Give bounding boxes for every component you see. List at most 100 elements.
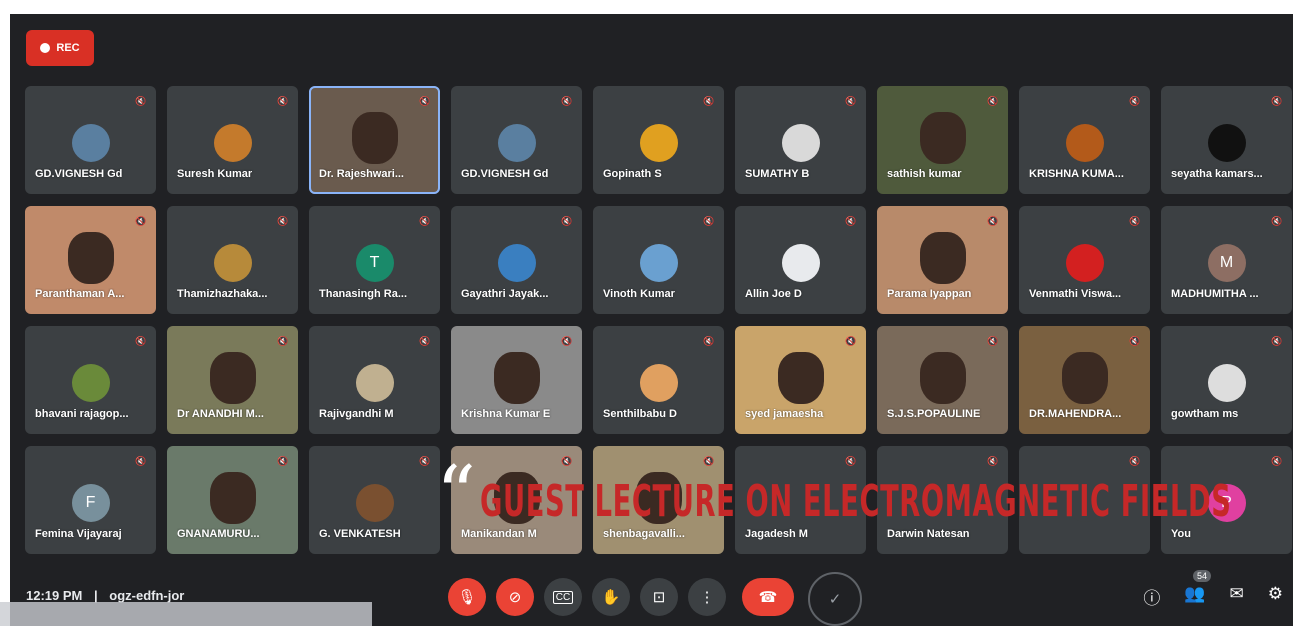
participant-tile[interactable]: 🔇 M MADHUMITHA ... (1161, 206, 1292, 314)
raise-hand-button[interactable]: ✋ (592, 578, 630, 616)
participant-tile[interactable]: 🔇 S.J.S.POPAULINE (877, 326, 1008, 434)
people-icon[interactable]: 👥 (1184, 584, 1205, 609)
info-icon[interactable]: ⓘ (1143, 584, 1160, 609)
muted-mic-icon: 🔇 (1271, 336, 1283, 346)
more-icon: ⋮ (699, 589, 715, 606)
participant-name: Thanasingh Ra... (319, 288, 408, 300)
muted-mic-icon: 🔇 (845, 336, 857, 346)
participant-tile[interactable]: 🔇 Thamizhazhaka... (167, 206, 298, 314)
muted-mic-icon: 🔇 (277, 216, 289, 226)
avatar (1207, 124, 1246, 162)
mic-toggle-button[interactable]: 🎙 (448, 578, 486, 616)
participant-name: Gopinath S (603, 168, 662, 180)
participant-tile[interactable]: 🔇 Rajivgandhi M (309, 326, 440, 434)
participant-name: SUMATHY B (745, 168, 810, 180)
participant-name: MADHUMITHA ... (1171, 288, 1259, 300)
participant-tile[interactable]: 🔇 F Femina Vijayaraj (25, 446, 156, 554)
participant-name: Dr ANANDHI M... (177, 408, 264, 420)
participant-tile[interactable]: 🔇 G. VENKATESH (309, 446, 440, 554)
mic-off-icon: 🎙 (457, 589, 477, 606)
participant-tile[interactable]: 🔇 Dr ANANDHI M... (167, 326, 298, 434)
activities-icon[interactable]: ⚙ (1268, 584, 1283, 609)
participant-name: Krishna Kumar E (461, 408, 551, 420)
meeting-code: ogz-edfn-jor (109, 588, 185, 603)
muted-mic-icon: 🔇 (1129, 96, 1141, 106)
participant-tile[interactable]: 🔇 KRISHNA KUMA... (1019, 86, 1150, 194)
participant-tile[interactable]: 🔇 Gayathri Jayak... (451, 206, 582, 314)
avatar (71, 364, 110, 402)
avatar (639, 124, 678, 162)
participant-tile[interactable]: 🔇 seyatha kamars... (1161, 86, 1292, 194)
participant-tile[interactable]: 🔇 syed jamaesha (735, 326, 866, 434)
avatar (639, 364, 678, 402)
participant-tile[interactable]: 🔇 Senthilbabu D (593, 326, 724, 434)
title-overlay: “ GUEST LECTURE ON ELECTROMAGNETIC FIELD… (436, 456, 1293, 534)
participant-name: Rajivgandhi M (319, 408, 394, 420)
check-icon: ✓ (828, 591, 842, 608)
video-feed (209, 352, 256, 404)
muted-mic-icon: 🔇 (277, 336, 289, 346)
record-dot-icon (40, 43, 51, 53)
avatar (355, 364, 394, 402)
participant-tile[interactable]: 🔇 GNANAMURU... (167, 446, 298, 554)
muted-mic-icon: 🔇 (419, 96, 431, 106)
present-icon: ⊡ (652, 589, 666, 606)
muted-mic-icon: 🔇 (419, 336, 431, 346)
activities-circle-button[interactable]: ✓ (808, 572, 862, 626)
participant-tile[interactable]: 🔇 Krishna Kumar E (451, 326, 582, 434)
participant-tile[interactable]: 🔇 GD.VIGNESH Gd (451, 86, 582, 194)
avatar (781, 244, 820, 282)
muted-mic-icon: 🔇 (561, 216, 573, 226)
participant-name: Allin Joe D (745, 288, 802, 300)
participant-name: Dr. Rajeshwari... (319, 168, 404, 180)
video-feed (351, 112, 398, 164)
avatar: F (71, 484, 110, 522)
participant-tile[interactable]: 🔇 gowtham ms (1161, 326, 1292, 434)
end-call-icon: ☎ (758, 589, 778, 606)
participant-tile[interactable]: 🔇 Allin Joe D (735, 206, 866, 314)
participant-tile[interactable]: 🔇 DR.MAHENDRA... (1019, 326, 1150, 434)
chat-icon[interactable]: ✉ (1230, 584, 1244, 609)
raise-hand-icon: ✋ (601, 589, 621, 606)
participants-count-badge: 54 (1192, 570, 1211, 582)
participant-tile[interactable]: 🔇 bhavani rajagop... (25, 326, 156, 434)
more-options-button[interactable]: ⋮ (688, 578, 726, 616)
participant-tile[interactable]: 🔇 Paranthaman A... (25, 206, 156, 314)
participant-tile[interactable]: 🔇 sathish kumar (877, 86, 1008, 194)
avatar (497, 244, 536, 282)
participant-tile[interactable]: 🔇 GD.VIGNESH Gd (25, 86, 156, 194)
participant-tile[interactable]: 🔇 T Thanasingh Ra... (309, 206, 440, 314)
participant-name: GD.VIGNESH Gd (461, 168, 549, 180)
muted-mic-icon: 🔇 (987, 96, 999, 106)
video-feed (919, 112, 966, 164)
video-feed (919, 352, 966, 404)
muted-mic-icon: 🔇 (1271, 96, 1283, 106)
participant-name: gowtham ms (1171, 408, 1239, 420)
present-button[interactable]: ⊡ (640, 578, 678, 616)
participant-name: GD.VIGNESH Gd (35, 168, 123, 180)
video-feed (493, 352, 540, 404)
participant-name: G. VENKATESH (319, 528, 401, 540)
video-feed (67, 232, 114, 284)
participant-name: Parama Iyappan (887, 288, 972, 300)
muted-mic-icon: 🔇 (135, 336, 147, 346)
participant-tile[interactable]: 🔇 Parama Iyappan (877, 206, 1008, 314)
muted-mic-icon: 🔇 (987, 216, 999, 226)
participant-tile[interactable]: 🔇 Gopinath S (593, 86, 724, 194)
participant-tile[interactable]: 🔇 SUMATHY B (735, 86, 866, 194)
participant-tile[interactable]: 🔇 Venmathi Viswa... (1019, 206, 1150, 314)
recording-label: REC (56, 42, 80, 54)
muted-mic-icon: 🔇 (277, 96, 289, 106)
end-call-button[interactable]: ☎ (742, 578, 794, 616)
participant-name: Vinoth Kumar (603, 288, 675, 300)
participant-tile[interactable]: 🔇 Suresh Kumar (167, 86, 298, 194)
camera-toggle-button[interactable]: ⊘ (496, 578, 534, 616)
muted-mic-icon: 🔇 (987, 336, 999, 346)
participant-name: Thamizhazhaka... (177, 288, 268, 300)
captions-button[interactable]: CC (544, 578, 582, 616)
participant-name: bhavani rajagop... (35, 408, 129, 420)
participant-tile[interactable]: 🔇 Vinoth Kumar (593, 206, 724, 314)
video-feed (209, 472, 256, 524)
muted-mic-icon: 🔇 (419, 456, 431, 466)
participant-tile[interactable]: 🔇 Dr. Rajeshwari... (309, 86, 440, 194)
